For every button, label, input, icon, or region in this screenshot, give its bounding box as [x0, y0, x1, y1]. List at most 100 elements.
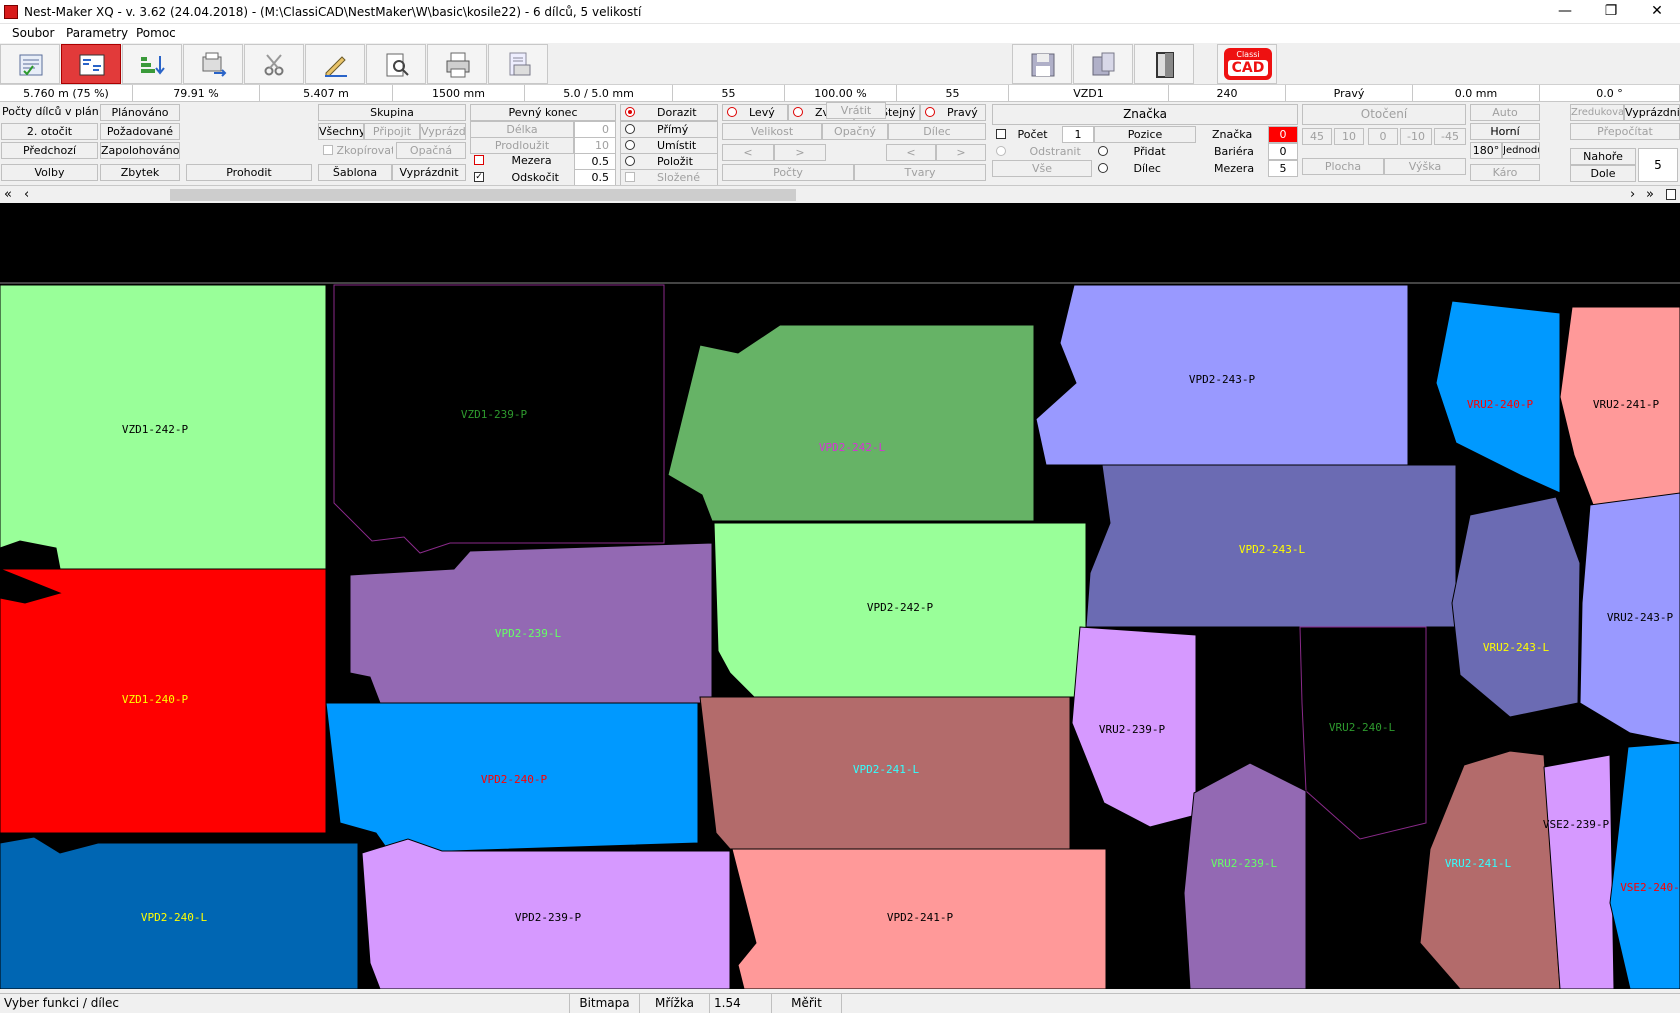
- save-as-button[interactable]: [1073, 44, 1133, 84]
- required-button[interactable]: Požadované: [100, 123, 180, 140]
- part-radio[interactable]: Dílec: [1098, 160, 1196, 177]
- remove-radio-dot[interactable]: [996, 146, 1006, 156]
- group-empty-button[interactable]: Vyprázdnit: [420, 123, 466, 140]
- shapes-button[interactable]: Tvary: [854, 164, 986, 181]
- reduce-button[interactable]: Zredukovat: [1570, 104, 1624, 121]
- upper-button[interactable]: Nahoře: [1570, 148, 1636, 165]
- angle-10-button[interactable]: 10: [1334, 128, 1364, 145]
- radio-pravy-dot[interactable]: [925, 107, 935, 117]
- radio-primy-dot[interactable]: [625, 124, 635, 134]
- opposite-button[interactable]: Opačná: [396, 142, 466, 159]
- piece-vru2-240-p[interactable]: [1435, 300, 1561, 494]
- part-button[interactable]: Dílec: [888, 123, 986, 140]
- add-radio-dot[interactable]: [1098, 146, 1108, 156]
- piece-vru2-243-l[interactable]: [1451, 496, 1581, 718]
- angle-minus45-button[interactable]: -45: [1434, 128, 1466, 145]
- radio-polozit-dot[interactable]: [625, 156, 635, 166]
- rotate-180-button[interactable]: 180°: [1470, 142, 1502, 159]
- group-header[interactable]: Skupina: [318, 104, 466, 121]
- horizontal-scrollbar[interactable]: « ‹ › »: [0, 185, 1680, 203]
- lower-button[interactable]: Dole: [1570, 165, 1636, 182]
- piece-vru2-241-l[interactable]: [1419, 750, 1561, 989]
- status-bitmap[interactable]: Bitmapa: [570, 994, 640, 1013]
- group-attach-button[interactable]: Připojit: [364, 123, 420, 140]
- piece-vpd2-242-l[interactable]: [667, 324, 1035, 522]
- scroll-thumb[interactable]: [170, 189, 796, 201]
- empty-button[interactable]: Vyprázdnit: [392, 164, 466, 181]
- radio-umistit-dot[interactable]: [625, 140, 635, 150]
- status-measure[interactable]: Měřit: [772, 994, 842, 1013]
- previous-button[interactable]: Předchozí: [1, 142, 98, 159]
- prev-arrow-button[interactable]: <: [722, 144, 774, 161]
- jump-checkbox[interactable]: ✓ Odskočit: [474, 169, 572, 186]
- radio-polozit[interactable]: Položit: [620, 153, 718, 170]
- empty2-button[interactable]: Vyprázdnit: [1624, 104, 1680, 121]
- diamond-button[interactable]: Káro: [1470, 164, 1540, 181]
- rotate-second-button[interactable]: 2. otočit: [1, 123, 98, 140]
- height-button[interactable]: Výška: [1384, 158, 1466, 175]
- planned-button[interactable]: Plánováno: [100, 104, 180, 121]
- angle-45-button[interactable]: 45: [1302, 128, 1332, 145]
- close-button[interactable]: ✕: [1634, 0, 1680, 24]
- jump-value[interactable]: 0.5: [574, 169, 616, 186]
- opposite-size-button[interactable]: Opačný: [822, 123, 888, 140]
- recalculate-button[interactable]: Přepočítat: [1570, 123, 1680, 140]
- check-slozene-box[interactable]: [625, 172, 635, 182]
- simple-button[interactable]: Jednoduchý: [1502, 142, 1540, 159]
- print-setup-button[interactable]: [488, 44, 548, 84]
- scroll-next-button[interactable]: ›: [1630, 187, 1635, 202]
- next-arrow2-button[interactable]: >: [936, 144, 986, 161]
- save-button[interactable]: [1012, 44, 1072, 84]
- print-button[interactable]: [427, 44, 487, 84]
- status-grid[interactable]: Mřížka: [640, 994, 710, 1013]
- auto-button[interactable]: Auto: [1470, 104, 1540, 121]
- menu-soubor[interactable]: Soubor: [12, 26, 54, 40]
- add-radio[interactable]: Přidat: [1098, 143, 1196, 160]
- positioned-button[interactable]: Zapolohováno: [100, 142, 180, 159]
- counts-button[interactable]: Počty: [722, 164, 854, 181]
- sort-button[interactable]: [122, 44, 182, 84]
- gap-checkbox[interactable]: Mezera: [474, 152, 572, 169]
- count-checkbox[interactable]: Počet: [996, 126, 1060, 143]
- minimize-button[interactable]: —: [1542, 0, 1588, 24]
- menu-pomoc[interactable]: Pomoc: [136, 26, 176, 40]
- position-button[interactable]: Pozice: [1094, 126, 1196, 143]
- classicad-logo[interactable]: Classi CAD: [1217, 44, 1277, 84]
- copy-checkbox[interactable]: Zkopírovat: [323, 142, 393, 159]
- count-field[interactable]: 5: [1638, 148, 1678, 182]
- group-all-button[interactable]: Všechny: [318, 123, 364, 140]
- radio-levy-dot[interactable]: [727, 107, 737, 117]
- template-button[interactable]: Šablona: [318, 164, 392, 181]
- fixed-end-header[interactable]: Pevný konec: [470, 104, 616, 121]
- cut-button[interactable]: [244, 44, 304, 84]
- copy-checkbox-box[interactable]: [323, 145, 333, 155]
- radio-zvolit-dot[interactable]: [793, 107, 803, 117]
- options-button[interactable]: Volby: [1, 164, 98, 181]
- report-button[interactable]: [0, 44, 60, 84]
- piece-vpd2-239-l[interactable]: [349, 542, 713, 704]
- jump-checkbox-box[interactable]: ✓: [474, 172, 484, 182]
- radio-dorazit[interactable]: Dorazit: [620, 104, 718, 121]
- gap-value[interactable]: 0.5: [574, 153, 616, 170]
- count-checkbox-box[interactable]: [996, 129, 1006, 139]
- marker-canvas[interactable]: VZD1-242-P VZD1-239-P VZD1-240-P VPD2-240-L…: [0, 203, 1680, 989]
- gap-checkbox-box[interactable]: [474, 155, 484, 165]
- scroll-prev-button[interactable]: ‹: [24, 187, 29, 202]
- exit-button[interactable]: [1134, 44, 1194, 84]
- remainder-button[interactable]: Zbytek: [100, 164, 180, 181]
- size-button[interactable]: Velikost: [722, 123, 822, 140]
- radio-levy[interactable]: Levý: [722, 104, 788, 121]
- angle-0-button[interactable]: 0: [1368, 128, 1398, 145]
- radio-dorazit-dot[interactable]: [625, 107, 635, 117]
- maximize-button[interactable]: ❐: [1588, 0, 1634, 24]
- all-button[interactable]: Vše: [992, 160, 1092, 177]
- radio-pravy[interactable]: Pravý: [920, 104, 986, 121]
- export-button[interactable]: [183, 44, 243, 84]
- scroll-first-button[interactable]: «: [4, 187, 12, 202]
- prev-arrow2-button[interactable]: <: [886, 144, 936, 161]
- preview-button[interactable]: [366, 44, 426, 84]
- area-button[interactable]: Plocha: [1302, 158, 1384, 175]
- page-icon[interactable]: [1666, 189, 1676, 200]
- swap-button[interactable]: Prohodit: [186, 164, 312, 181]
- mark-value[interactable]: 0: [1268, 126, 1298, 143]
